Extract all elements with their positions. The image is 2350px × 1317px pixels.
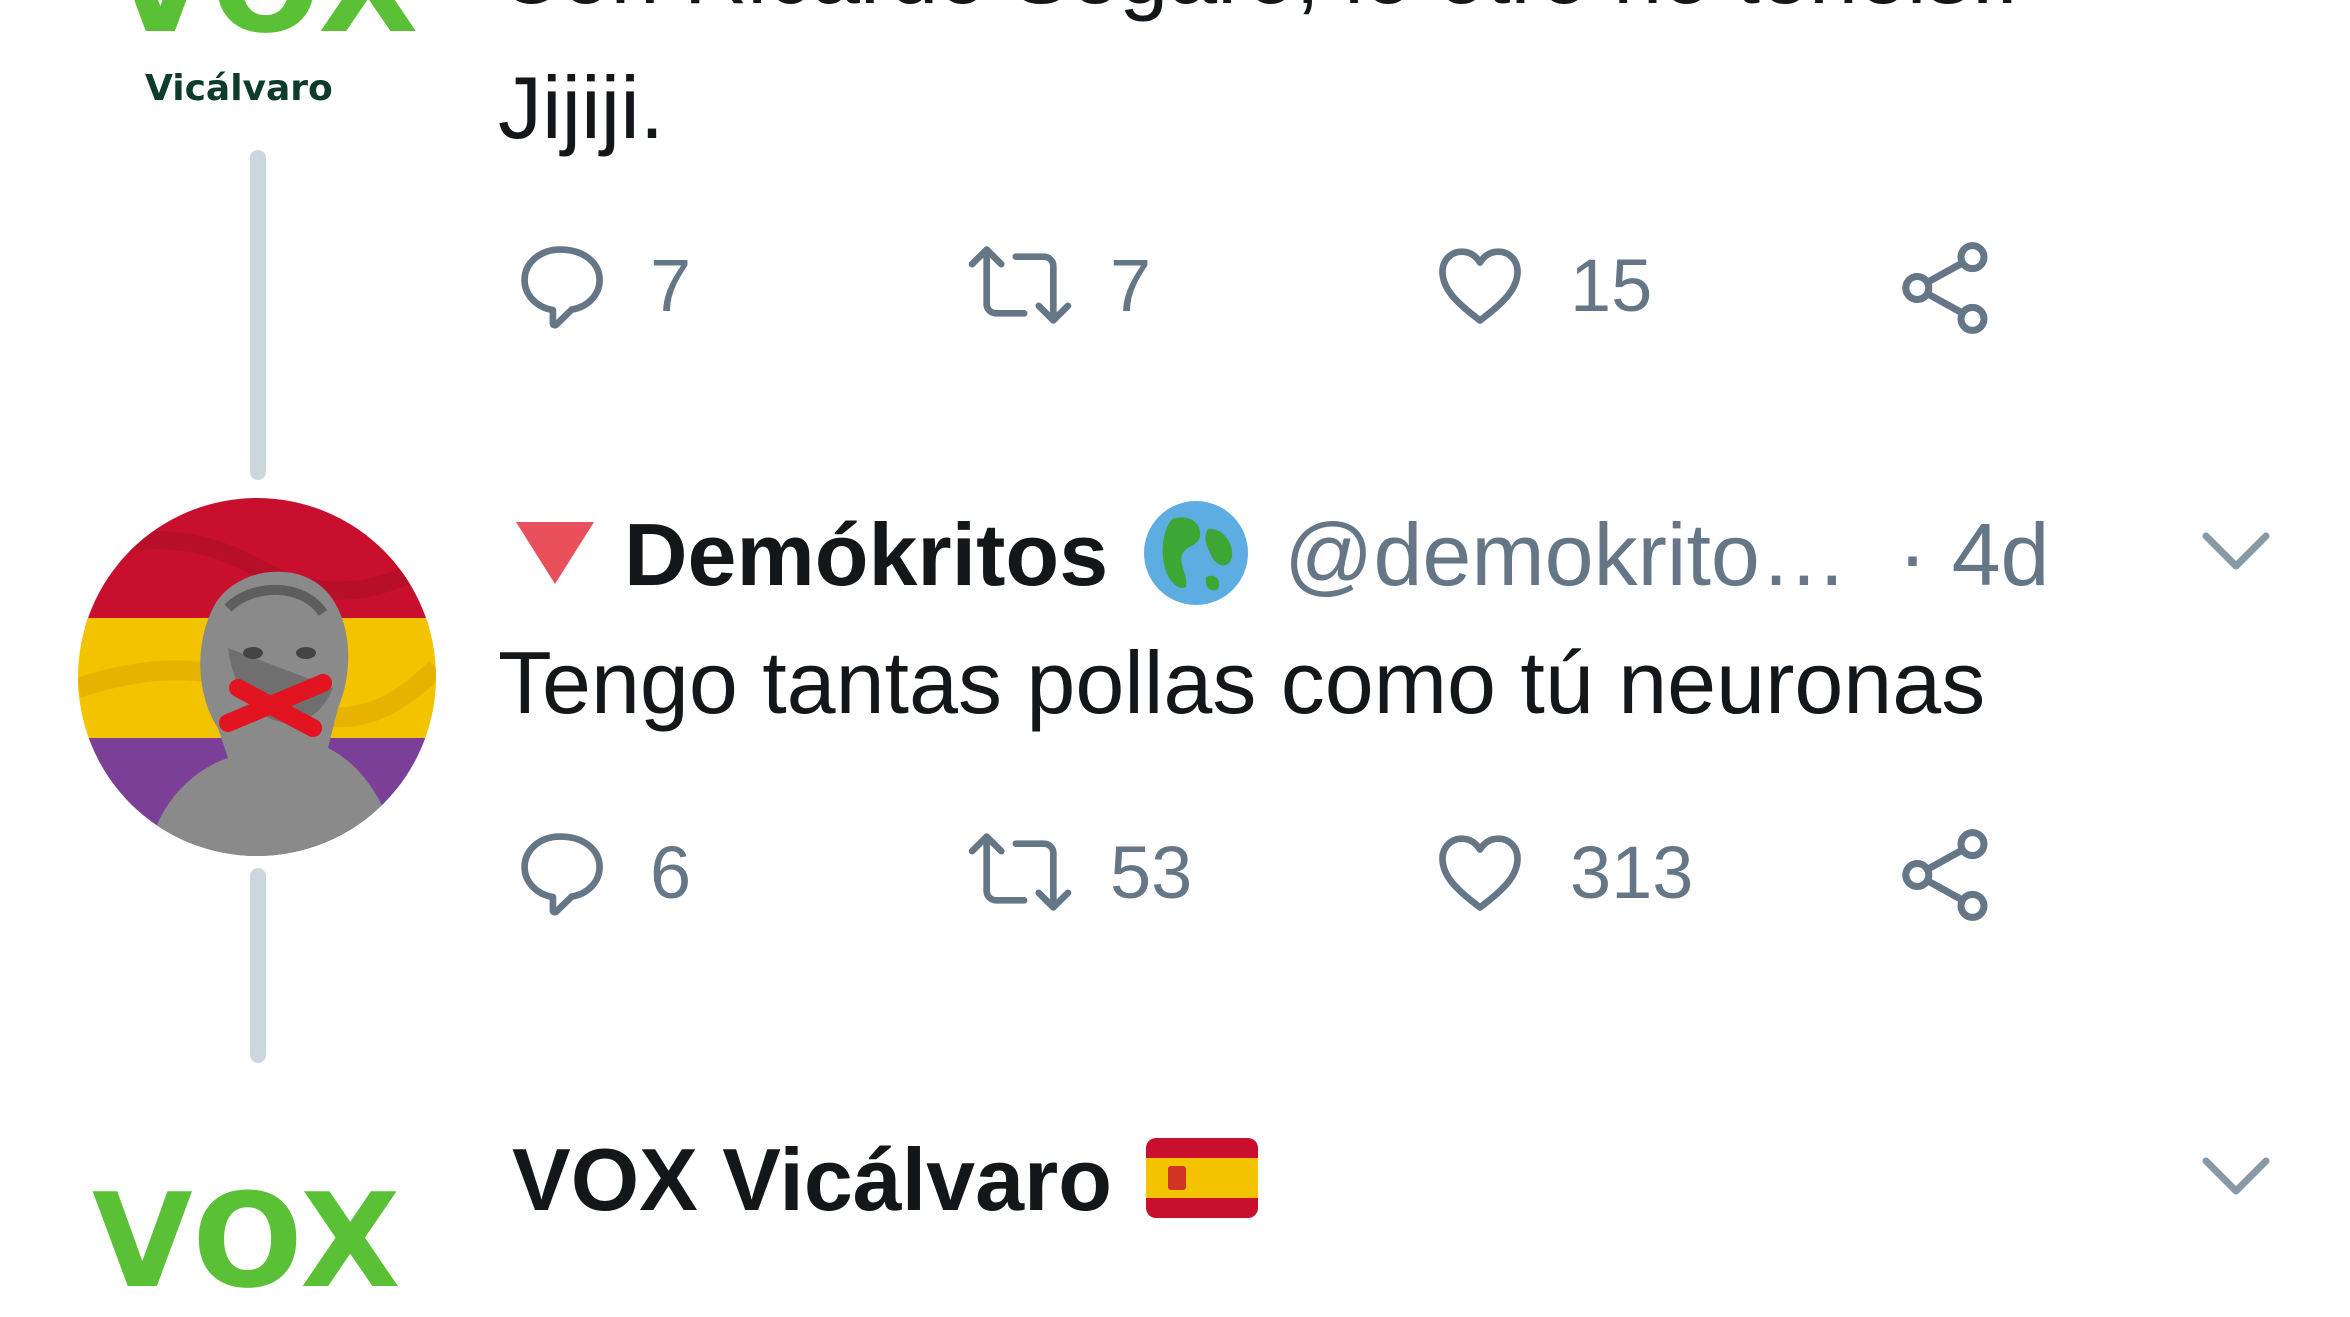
vox-logo-top: VOX bbox=[110, 0, 420, 62]
prev-like-button[interactable]: 15 bbox=[1430, 235, 1652, 335]
like-button[interactable]: 313 bbox=[1430, 822, 1693, 922]
retweet-count: 53 bbox=[1110, 830, 1193, 914]
red-triangle-icon bbox=[516, 521, 594, 589]
reply-button[interactable]: 6 bbox=[510, 822, 691, 922]
globe-emoji-icon bbox=[1142, 499, 1250, 612]
prev-share-button[interactable] bbox=[1893, 235, 1999, 341]
reply-icon bbox=[510, 822, 610, 922]
thread-line-bottom bbox=[250, 868, 266, 1063]
share-icon bbox=[1893, 822, 1999, 928]
like-count: 313 bbox=[1570, 830, 1694, 914]
reply-count: 6 bbox=[650, 830, 692, 914]
chevron-down-icon[interactable] bbox=[2200, 1155, 2272, 1204]
like-icon bbox=[1430, 235, 1530, 335]
retweet-icon bbox=[960, 822, 1080, 922]
retweet-count: 7 bbox=[1110, 243, 1152, 327]
thread-line-top bbox=[250, 150, 266, 480]
tweet-time[interactable]: · 4d bbox=[1898, 504, 2050, 606]
prev-tweet-text-partial: Con Ricardo Segaro, lo otro no tenéis.. bbox=[498, 0, 2019, 26]
reply-tweet-text: Tengo tantas pollas como tú neuronas bbox=[498, 633, 1986, 732]
reply-icon bbox=[510, 235, 610, 335]
avatar-demokritos[interactable] bbox=[78, 498, 436, 856]
prev-tweet-text-last-line: Jijiji. bbox=[498, 58, 665, 157]
retweet-button[interactable]: 53 bbox=[960, 822, 1192, 922]
like-count: 15 bbox=[1570, 243, 1653, 327]
chevron-down-icon[interactable] bbox=[2200, 530, 2272, 579]
display-name[interactable]: Demókritos bbox=[624, 504, 1108, 606]
retweet-icon bbox=[960, 235, 1080, 335]
reply-count: 7 bbox=[650, 243, 692, 327]
prev-reply-button[interactable]: 7 bbox=[510, 235, 691, 335]
spain-flag-icon bbox=[1146, 1137, 1259, 1223]
like-icon bbox=[1430, 822, 1530, 922]
next-tweet-header: VOX Vicálvaro bbox=[512, 1125, 1259, 1235]
vox-logo-bottom: VOX bbox=[92, 1165, 403, 1317]
prev-retweet-button[interactable]: 7 bbox=[960, 235, 1151, 335]
vox-logo-subtitle: Vicálvaro bbox=[145, 68, 333, 109]
user-handle[interactable]: @demokrito… bbox=[1284, 504, 1848, 606]
next-display-name[interactable]: VOX Vicálvaro bbox=[512, 1129, 1112, 1231]
share-icon bbox=[1893, 235, 1999, 341]
share-button[interactable] bbox=[1893, 822, 1999, 928]
tweet-header: Demókritos @demokrito… · 4d bbox=[516, 500, 2050, 610]
